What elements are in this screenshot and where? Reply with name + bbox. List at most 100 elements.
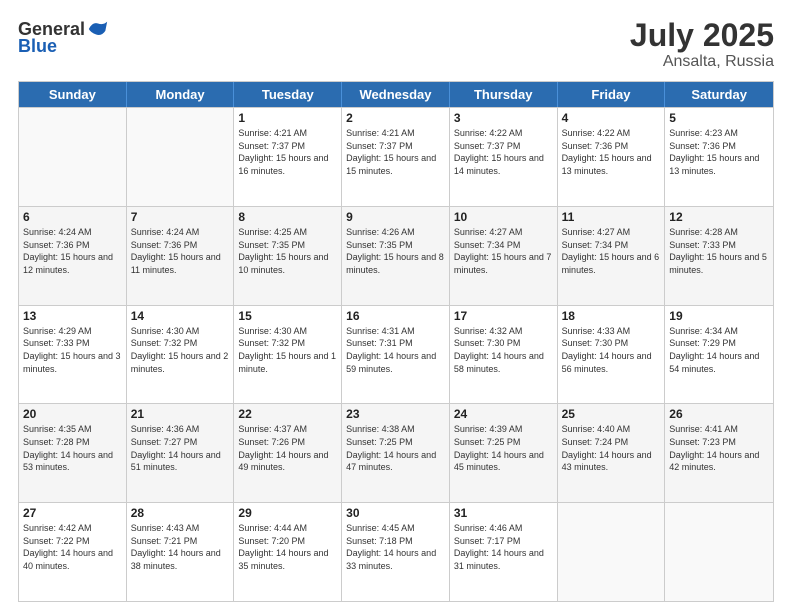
cal-cell: 2 Sunrise: 4:21 AM Sunset: 7:37 PM Daylig… (342, 108, 450, 206)
day-info: Sunrise: 4:27 AM Sunset: 7:34 PM Dayligh… (454, 226, 553, 276)
calendar: SundayMondayTuesdayWednesdayThursdayFrid… (18, 81, 774, 602)
col-header-sunday: Sunday (19, 82, 127, 107)
col-header-monday: Monday (127, 82, 235, 107)
page: General Blue July 2025 Ansalta, Russia S… (0, 0, 792, 612)
main-title: July 2025 (630, 18, 774, 53)
title-block: July 2025 Ansalta, Russia (630, 18, 774, 71)
day-info: Sunrise: 4:39 AM Sunset: 7:25 PM Dayligh… (454, 423, 553, 473)
day-info: Sunrise: 4:34 AM Sunset: 7:29 PM Dayligh… (669, 325, 769, 375)
day-number: 9 (346, 210, 445, 224)
day-number: 15 (238, 309, 337, 323)
day-number: 26 (669, 407, 769, 421)
day-number: 10 (454, 210, 553, 224)
cal-cell: 18Sunrise: 4:33 AM Sunset: 7:30 PM Dayli… (558, 306, 666, 404)
day-info: Sunrise: 4:37 AM Sunset: 7:26 PM Dayligh… (238, 423, 337, 473)
day-info: Sunrise: 4:45 AM Sunset: 7:18 PM Dayligh… (346, 522, 445, 572)
cal-cell (665, 503, 773, 601)
day-number: 1 (238, 111, 337, 125)
cal-cell: 28Sunrise: 4:43 AM Sunset: 7:21 PM Dayli… (127, 503, 235, 601)
day-info: Sunrise: 4:40 AM Sunset: 7:24 PM Dayligh… (562, 423, 661, 473)
day-number: 25 (562, 407, 661, 421)
day-info: Sunrise: 4:32 AM Sunset: 7:30 PM Dayligh… (454, 325, 553, 375)
cal-cell: 23 Sunrise: 4:38 AM Sunset: 7:25 PM Dayli… (342, 404, 450, 502)
week-row-3: 13 Sunrise: 4:29 AM Sunset: 7:33 PM Dayli… (19, 305, 773, 404)
day-number: 5 (669, 111, 769, 125)
week-row-1: 1 Sunrise: 4:21 AM Sunset: 7:37 PM Daylig… (19, 107, 773, 206)
col-header-tuesday: Tuesday (234, 82, 342, 107)
cal-cell: 20 Sunrise: 4:35 AM Sunset: 7:28 PM Dayli… (19, 404, 127, 502)
cal-cell: 26 Sunrise: 4:41 AM Sunset: 7:23 PM Dayli… (665, 404, 773, 502)
cal-cell: 19 Sunrise: 4:34 AM Sunset: 7:29 PM Dayli… (665, 306, 773, 404)
week-row-5: 27Sunrise: 4:42 AM Sunset: 7:22 PM Dayli… (19, 502, 773, 601)
day-number: 31 (454, 506, 553, 520)
day-number: 11 (562, 210, 661, 224)
cal-cell: 16Sunrise: 4:31 AM Sunset: 7:31 PM Dayli… (342, 306, 450, 404)
col-header-thursday: Thursday (450, 82, 558, 107)
day-info: Sunrise: 4:36 AM Sunset: 7:27 PM Dayligh… (131, 423, 230, 473)
cal-cell: 15Sunrise: 4:30 AM Sunset: 7:32 PM Dayli… (234, 306, 342, 404)
day-info: Sunrise: 4:44 AM Sunset: 7:20 PM Dayligh… (238, 522, 337, 572)
cal-cell: 8Sunrise: 4:25 AM Sunset: 7:35 PM Daylig… (234, 207, 342, 305)
day-info: Sunrise: 4:21 AM Sunset: 7:37 PM Dayligh… (346, 127, 445, 177)
cal-cell: 9Sunrise: 4:26 AM Sunset: 7:35 PM Daylig… (342, 207, 450, 305)
cal-cell: 5 Sunrise: 4:23 AM Sunset: 7:36 PM Daylig… (665, 108, 773, 206)
cal-cell: 17 Sunrise: 4:32 AM Sunset: 7:30 PM Dayli… (450, 306, 558, 404)
day-info: Sunrise: 4:46 AM Sunset: 7:17 PM Dayligh… (454, 522, 553, 572)
day-number: 18 (562, 309, 661, 323)
day-number: 12 (669, 210, 769, 224)
day-number: 14 (131, 309, 230, 323)
cal-cell (558, 503, 666, 601)
day-info: Sunrise: 4:29 AM Sunset: 7:33 PM Dayligh… (23, 325, 122, 375)
day-number: 23 (346, 407, 445, 421)
cal-cell: 14 Sunrise: 4:30 AM Sunset: 7:32 PM Dayli… (127, 306, 235, 404)
calendar-header: SundayMondayTuesdayWednesdayThursdayFrid… (19, 82, 773, 107)
day-number: 3 (454, 111, 553, 125)
header: General Blue July 2025 Ansalta, Russia (18, 18, 774, 71)
cal-cell: 10 Sunrise: 4:27 AM Sunset: 7:34 PM Dayli… (450, 207, 558, 305)
day-number: 17 (454, 309, 553, 323)
day-info: Sunrise: 4:22 AM Sunset: 7:36 PM Dayligh… (562, 127, 661, 177)
cal-cell: 4 Sunrise: 4:22 AM Sunset: 7:36 PM Daylig… (558, 108, 666, 206)
cal-cell: 13 Sunrise: 4:29 AM Sunset: 7:33 PM Dayli… (19, 306, 127, 404)
day-number: 19 (669, 309, 769, 323)
day-info: Sunrise: 4:23 AM Sunset: 7:36 PM Dayligh… (669, 127, 769, 177)
col-header-wednesday: Wednesday (342, 82, 450, 107)
day-number: 13 (23, 309, 122, 323)
logo-icon (87, 18, 109, 40)
day-info: Sunrise: 4:24 AM Sunset: 7:36 PM Dayligh… (131, 226, 230, 276)
cal-cell (19, 108, 127, 206)
day-info: Sunrise: 4:25 AM Sunset: 7:35 PM Dayligh… (238, 226, 337, 276)
cal-cell: 6 Sunrise: 4:24 AM Sunset: 7:36 PM Daylig… (19, 207, 127, 305)
cal-cell: 29 Sunrise: 4:44 AM Sunset: 7:20 PM Dayli… (234, 503, 342, 601)
day-info: Sunrise: 4:43 AM Sunset: 7:21 PM Dayligh… (131, 522, 230, 572)
cal-cell: 31 Sunrise: 4:46 AM Sunset: 7:17 PM Dayli… (450, 503, 558, 601)
cal-cell: 25 Sunrise: 4:40 AM Sunset: 7:24 PM Dayli… (558, 404, 666, 502)
day-number: 20 (23, 407, 122, 421)
day-info: Sunrise: 4:30 AM Sunset: 7:32 PM Dayligh… (131, 325, 230, 375)
subtitle: Ansalta, Russia (630, 53, 774, 71)
day-number: 2 (346, 111, 445, 125)
cal-cell: 7 Sunrise: 4:24 AM Sunset: 7:36 PM Daylig… (127, 207, 235, 305)
logo-blue: Blue (18, 36, 57, 57)
day-info: Sunrise: 4:24 AM Sunset: 7:36 PM Dayligh… (23, 226, 122, 276)
week-row-2: 6 Sunrise: 4:24 AM Sunset: 7:36 PM Daylig… (19, 206, 773, 305)
day-info: Sunrise: 4:41 AM Sunset: 7:23 PM Dayligh… (669, 423, 769, 473)
day-info: Sunrise: 4:35 AM Sunset: 7:28 PM Dayligh… (23, 423, 122, 473)
cal-cell: 11 Sunrise: 4:27 AM Sunset: 7:34 PM Dayli… (558, 207, 666, 305)
day-info: Sunrise: 4:31 AM Sunset: 7:31 PM Dayligh… (346, 325, 445, 375)
cal-cell (127, 108, 235, 206)
cal-cell: 24 Sunrise: 4:39 AM Sunset: 7:25 PM Dayli… (450, 404, 558, 502)
day-info: Sunrise: 4:27 AM Sunset: 7:34 PM Dayligh… (562, 226, 661, 276)
day-number: 6 (23, 210, 122, 224)
cal-cell: 21Sunrise: 4:36 AM Sunset: 7:27 PM Dayli… (127, 404, 235, 502)
cal-cell: 1Sunrise: 4:21 AM Sunset: 7:37 PM Daylig… (234, 108, 342, 206)
cal-cell: 3 Sunrise: 4:22 AM Sunset: 7:37 PM Daylig… (450, 108, 558, 206)
day-number: 29 (238, 506, 337, 520)
day-info: Sunrise: 4:42 AM Sunset: 7:22 PM Dayligh… (23, 522, 122, 572)
day-info: Sunrise: 4:38 AM Sunset: 7:25 PM Dayligh… (346, 423, 445, 473)
day-info: Sunrise: 4:22 AM Sunset: 7:37 PM Dayligh… (454, 127, 553, 177)
day-number: 24 (454, 407, 553, 421)
day-info: Sunrise: 4:28 AM Sunset: 7:33 PM Dayligh… (669, 226, 769, 276)
day-number: 4 (562, 111, 661, 125)
day-number: 7 (131, 210, 230, 224)
